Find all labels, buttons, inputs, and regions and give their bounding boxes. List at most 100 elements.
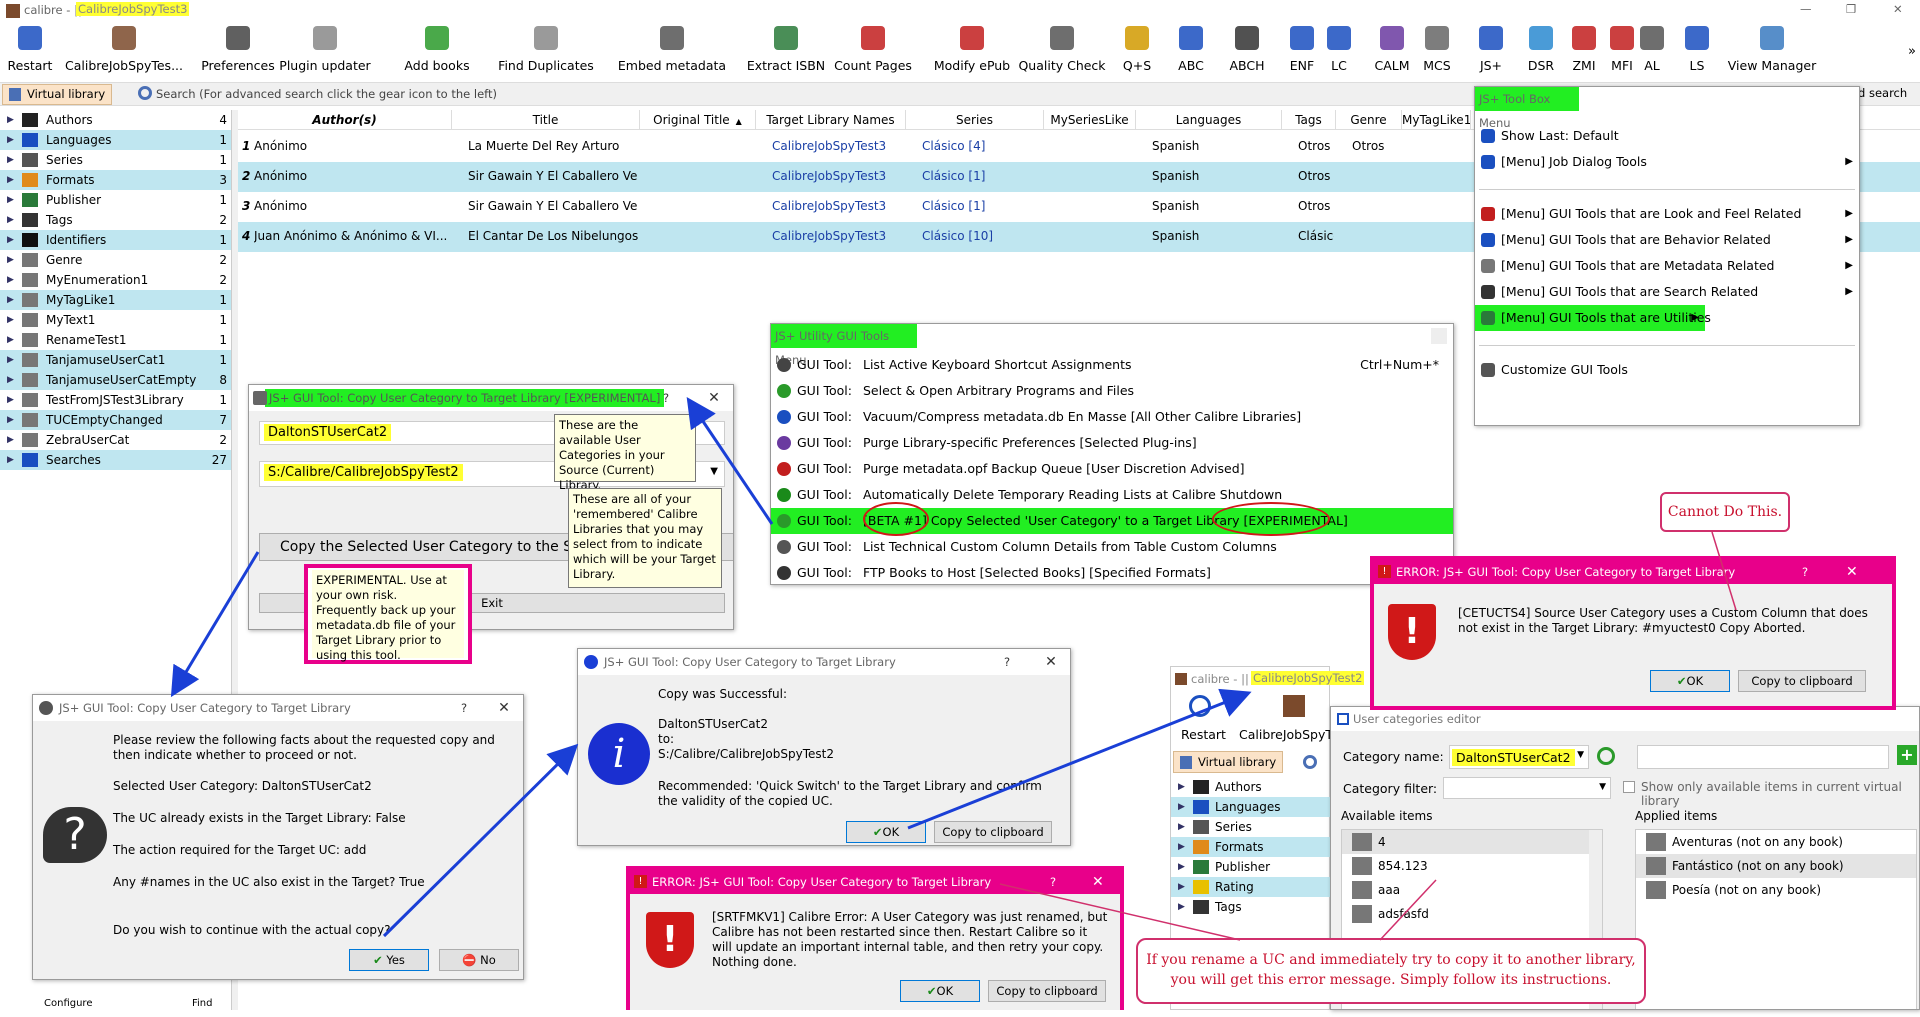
- error-rename-close-button[interactable]: ✕: [1092, 870, 1104, 894]
- expand-arrow-icon[interactable]: ▶: [7, 210, 14, 230]
- expand-arrow-icon[interactable]: ▶: [7, 450, 14, 470]
- toolbar-button-al[interactable]: AL: [1637, 22, 1667, 80]
- toolbar-button-restart[interactable]: Restart: [3, 22, 57, 80]
- expand-arrow-icon[interactable]: ▶: [1178, 857, 1185, 877]
- column-header[interactable]: MySeriesLike: [1044, 110, 1136, 130]
- category-name-combo[interactable]: DaltonSTUserCat2 ▼: [1449, 745, 1589, 769]
- second-tree-item[interactable]: ▶ Authors: [1171, 777, 1331, 797]
- expand-arrow-icon[interactable]: ▶: [7, 110, 14, 130]
- find-button[interactable]: Find: [192, 998, 213, 1009]
- error-column-ok-button[interactable]: ✔OK: [1650, 670, 1730, 692]
- saved-search-label[interactable]: d search: [1858, 86, 1907, 100]
- toolbar-button-add-books[interactable]: Add books: [399, 22, 475, 80]
- second-tree-item[interactable]: ▶ Rating: [1171, 877, 1331, 897]
- column-header[interactable]: Languages: [1136, 110, 1282, 130]
- toolbar-button-ls[interactable]: LS: [1682, 22, 1712, 80]
- search-input[interactable]: Search (For advanced search click the ge…: [156, 85, 1436, 104]
- minimize-button[interactable]: —: [1800, 2, 1812, 16]
- applied-item[interactable]: Aventuras (not on any book): [1636, 830, 1916, 854]
- success-copy-clipboard-button[interactable]: Copy to clipboard: [934, 821, 1052, 843]
- toolbar-button-embed-metadata[interactable]: Embed metadata: [617, 22, 727, 80]
- expand-arrow-icon[interactable]: ▶: [7, 190, 14, 210]
- restart-icon[interactable]: [1189, 695, 1211, 717]
- toolbar-button-dsr[interactable]: DSR: [1521, 22, 1561, 80]
- help-button[interactable]: ?: [1050, 870, 1056, 894]
- toolbar-button-q-s[interactable]: Q+S: [1115, 22, 1159, 80]
- tree-item-series[interactable]: ▶ Series 1: [0, 150, 231, 170]
- utility-menu-item[interactable]: GUI Tool: Vacuum/Compress metadata.db En …: [771, 404, 1453, 430]
- only-available-checkbox[interactable]: [1623, 781, 1635, 793]
- utility-menu-item[interactable]: GUI Tool: Select & Open Arbitrary Program…: [771, 378, 1453, 404]
- expand-arrow-icon[interactable]: ▶: [7, 350, 14, 370]
- second-virtual-library-button[interactable]: Virtual library: [1173, 751, 1283, 773]
- confirm-dialog-close-button[interactable]: ✕: [495, 695, 513, 721]
- tree-item-tanjamuseusercatempty[interactable]: ▶ TanjamuseUserCatEmpty 8: [0, 370, 231, 390]
- success-ok-button[interactable]: ✔OK: [846, 821, 926, 843]
- second-tree-item[interactable]: ▶ Tags: [1171, 897, 1331, 917]
- error-rename-clipboard-button[interactable]: Copy to clipboard: [988, 980, 1106, 1002]
- new-category-input[interactable]: [1637, 745, 1889, 769]
- expand-arrow-icon[interactable]: ▶: [7, 150, 14, 170]
- help-button[interactable]: ?: [657, 385, 675, 411]
- expand-arrow-icon[interactable]: ▶: [7, 390, 14, 410]
- expand-arrow-icon[interactable]: ▶: [1178, 797, 1185, 817]
- yes-button[interactable]: ✔ Yes: [349, 949, 429, 971]
- error-column-close-button[interactable]: ✕: [1846, 560, 1858, 584]
- toolbar-button-lc[interactable]: LC: [1321, 22, 1357, 80]
- tree-item-renametest1[interactable]: ▶ RenameTest1 1: [0, 330, 231, 350]
- utility-menu-close-icon[interactable]: [1431, 328, 1447, 344]
- expand-arrow-icon[interactable]: ▶: [1178, 777, 1185, 797]
- toolbox-menu-item[interactable]: [Menu] GUI Tools that are Look and Feel …: [1475, 201, 1859, 227]
- expand-arrow-icon[interactable]: ▶: [7, 230, 14, 250]
- toolbar-overflow-button[interactable]: »: [1908, 44, 1916, 59]
- second-library-label[interactable]: CalibreJobSpyT: [1239, 727, 1333, 742]
- toolbox-menu-item[interactable]: [Menu] GUI Tools that are Search Related…: [1475, 279, 1859, 305]
- toolbar-button-calm[interactable]: CALM: [1371, 22, 1413, 80]
- category-filter-combo[interactable]: ▼: [1443, 777, 1611, 799]
- search-gear-icon[interactable]: [138, 86, 152, 100]
- column-header[interactable]: Series: [906, 110, 1044, 130]
- expand-arrow-icon[interactable]: ▶: [7, 270, 14, 290]
- utility-menu-item[interactable]: GUI Tool: List Active Keyboard Shortcut A…: [771, 352, 1453, 378]
- toolbar-button-find-duplicates[interactable]: Find Duplicates: [492, 22, 600, 80]
- virtual-library-button[interactable]: Virtual library: [2, 84, 112, 105]
- tree-item-myenumeration1[interactable]: ▶ MyEnumeration1 2: [0, 270, 231, 290]
- available-item[interactable]: 4: [1342, 830, 1602, 854]
- expand-arrow-icon[interactable]: ▶: [1178, 877, 1185, 897]
- available-item[interactable]: 854.123: [1342, 854, 1602, 878]
- tree-item-tanjamuseusercat1[interactable]: ▶ TanjamuseUserCat1 1: [0, 350, 231, 370]
- no-button[interactable]: ⛔ No: [439, 949, 519, 971]
- error-rename-ok-button[interactable]: ✔OK: [900, 980, 980, 1002]
- tree-item-zebrausercat[interactable]: ▶ ZebraUserCat 2: [0, 430, 231, 450]
- second-tree-item[interactable]: ▶ Series: [1171, 817, 1331, 837]
- tree-item-authors[interactable]: ▶ Authors 4: [0, 110, 231, 130]
- applied-item[interactable]: Poesía (not on any book): [1636, 878, 1916, 902]
- tree-item-identifiers[interactable]: ▶ Identifiers 1: [0, 230, 231, 250]
- toolbar-button-preferences[interactable]: Preferences: [196, 22, 280, 80]
- add-icon[interactable]: +: [1897, 745, 1917, 765]
- utility-menu-item[interactable]: GUI Tool: Automatically Delete Temporary …: [771, 482, 1453, 508]
- expand-arrow-icon[interactable]: ▶: [7, 170, 14, 190]
- toolbar-button-zmi[interactable]: ZMI: [1564, 22, 1604, 80]
- toolbox-menu-item[interactable]: [Menu] Job Dialog Tools ▶: [1475, 149, 1859, 175]
- maximize-button[interactable]: ❐: [1846, 2, 1856, 16]
- expand-arrow-icon[interactable]: ▶: [7, 250, 14, 270]
- tree-item-genre[interactable]: ▶ Genre 2: [0, 250, 231, 270]
- toolbox-menu-item[interactable]: [Menu] GUI Tools that are Behavior Relat…: [1475, 227, 1859, 253]
- tree-item-tucemptychanged[interactable]: ▶ TUCEmptyChanged 7: [0, 410, 231, 430]
- toolbar-button-count-pages[interactable]: Count Pages: [832, 22, 914, 80]
- toolbar-button-quality-check[interactable]: Quality Check: [1017, 22, 1107, 80]
- tree-item-mytext1[interactable]: ▶ MyText1 1: [0, 310, 231, 330]
- copy-uc-dialog-close-button[interactable]: ✕: [705, 385, 723, 411]
- toolbar-button-plugin-updater[interactable]: Plugin updater: [273, 22, 377, 80]
- column-header[interactable]: Target Library Names: [756, 110, 906, 130]
- toolbox-menu-item[interactable]: [Menu] GUI Tools that are Metadata Relat…: [1475, 253, 1859, 279]
- toolbar-button-library[interactable]: CalibreJobSpyTes...: [64, 22, 184, 80]
- tree-item-languages[interactable]: ▶ Languages 1: [0, 130, 231, 150]
- tree-item-mytaglike1[interactable]: ▶ MyTagLike1 1: [0, 290, 231, 310]
- second-tree-item[interactable]: ▶ Languages: [1171, 797, 1331, 817]
- column-header[interactable]: Genre: [1336, 110, 1402, 130]
- recycle-icon[interactable]: [1597, 747, 1615, 765]
- library-icon[interactable]: [1283, 695, 1305, 717]
- second-tree-item[interactable]: ▶ Formats: [1171, 837, 1331, 857]
